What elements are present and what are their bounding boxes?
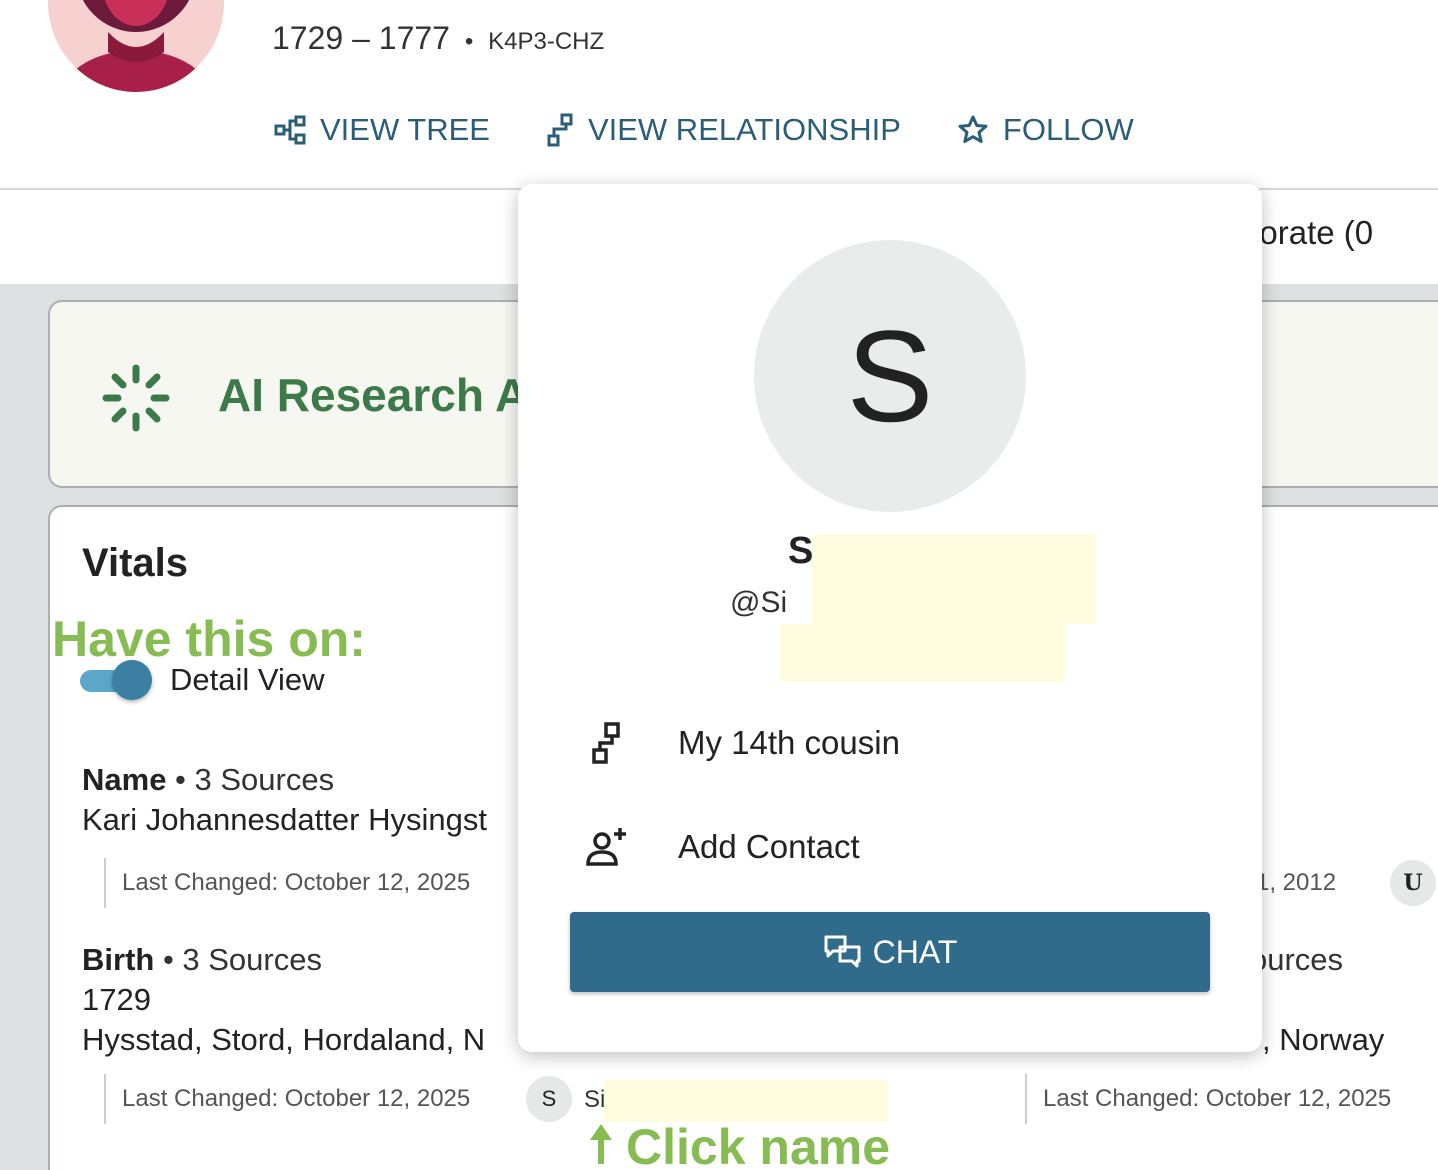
- birth-last-changed: Last Changed: October 12, 2025: [104, 1074, 470, 1124]
- user-profile-popup: S S @Si My 14th cousin Add Contact CHAT: [518, 184, 1262, 1052]
- follow-button[interactable]: FOLLOW: [957, 112, 1134, 148]
- popup-user-name: S: [788, 530, 814, 572]
- name-heading: Name: [82, 762, 167, 797]
- annotation-click-name: Click name: [626, 1119, 891, 1170]
- add-contact-row[interactable]: Add Contact: [584, 824, 860, 870]
- ai-research-title: AI Research A: [218, 369, 529, 421]
- separator-dot: •: [464, 28, 474, 55]
- header-actions: VIEW TREE VIEW RELATIONSHIP FOLLOW: [274, 112, 1190, 148]
- popup-avatar: S: [754, 240, 1026, 512]
- arrow-up-icon: [590, 1124, 612, 1164]
- right-sources-partial[interactable]: ources: [1250, 942, 1343, 978]
- person-id: K4P3-CHZ: [488, 28, 605, 55]
- detail-view-toggle[interactable]: [80, 660, 154, 700]
- star-icon: [958, 115, 988, 143]
- redaction-box: [812, 534, 1096, 624]
- redaction-box: [604, 1080, 888, 1122]
- birth-heading: Birth: [82, 942, 155, 977]
- name-last-changed: Last Changed: October 12, 2025: [104, 858, 470, 908]
- name-sources: • 3 Sources: [166, 762, 335, 797]
- toggle-knob: [112, 660, 152, 700]
- person-header: 1729 – 1777 • K4P3-CHZ VIEW TREE VIEW RE…: [0, 0, 1438, 190]
- popup-user-handle: @Si: [730, 586, 788, 619]
- relationship-icon: [592, 722, 620, 764]
- redaction-box: [780, 624, 1065, 682]
- view-tree-button[interactable]: VIEW TREE: [274, 112, 490, 148]
- add-person-icon: [586, 828, 626, 866]
- detail-view-label: Detail View: [170, 662, 325, 697]
- add-contact-label: Add Contact: [678, 828, 860, 865]
- view-tree-label: VIEW TREE: [320, 112, 490, 147]
- name-value[interactable]: Kari Johannesdatter Hysingst: [82, 802, 487, 838]
- contributor-name-link[interactable]: Si: [584, 1086, 605, 1114]
- sparkle-icon: [102, 364, 170, 432]
- vitals-title: Vitals: [82, 541, 188, 585]
- contributor-avatar-s[interactable]: S: [526, 1076, 572, 1122]
- birth-sources: • 3 Sources: [154, 942, 322, 977]
- chat-button[interactable]: CHAT: [570, 912, 1210, 992]
- view-relationship-label: VIEW RELATIONSHIP: [587, 112, 901, 147]
- birth-year[interactable]: 1729: [82, 982, 151, 1018]
- chat-label: CHAT: [872, 933, 958, 970]
- contributor-avatar[interactable]: U: [1390, 860, 1436, 906]
- lifespan-line: 1729 – 1777 • K4P3-CHZ: [272, 20, 604, 57]
- chat-icon: [824, 935, 861, 968]
- birth-field-header[interactable]: Birth • 3 Sources: [82, 942, 322, 978]
- name-field-header[interactable]: Name • 3 Sources: [82, 762, 334, 798]
- tree-icon: [274, 115, 306, 145]
- right-place-partial[interactable]: , Norway: [1262, 1022, 1384, 1058]
- birth-place[interactable]: Hysstad, Stord, Hordaland, N: [82, 1022, 485, 1058]
- relationship-icon: [547, 113, 573, 147]
- relationship-label: My 14th cousin: [678, 724, 900, 761]
- follow-label: FOLLOW: [1002, 112, 1134, 147]
- lifespan: 1729 – 1777: [272, 20, 450, 56]
- person-avatar: [48, 0, 224, 92]
- relationship-row[interactable]: My 14th cousin: [584, 720, 900, 766]
- right-last-changed: Last Changed: October 12, 2025: [1025, 1074, 1391, 1124]
- view-relationship-button[interactable]: VIEW RELATIONSHIP: [546, 112, 901, 148]
